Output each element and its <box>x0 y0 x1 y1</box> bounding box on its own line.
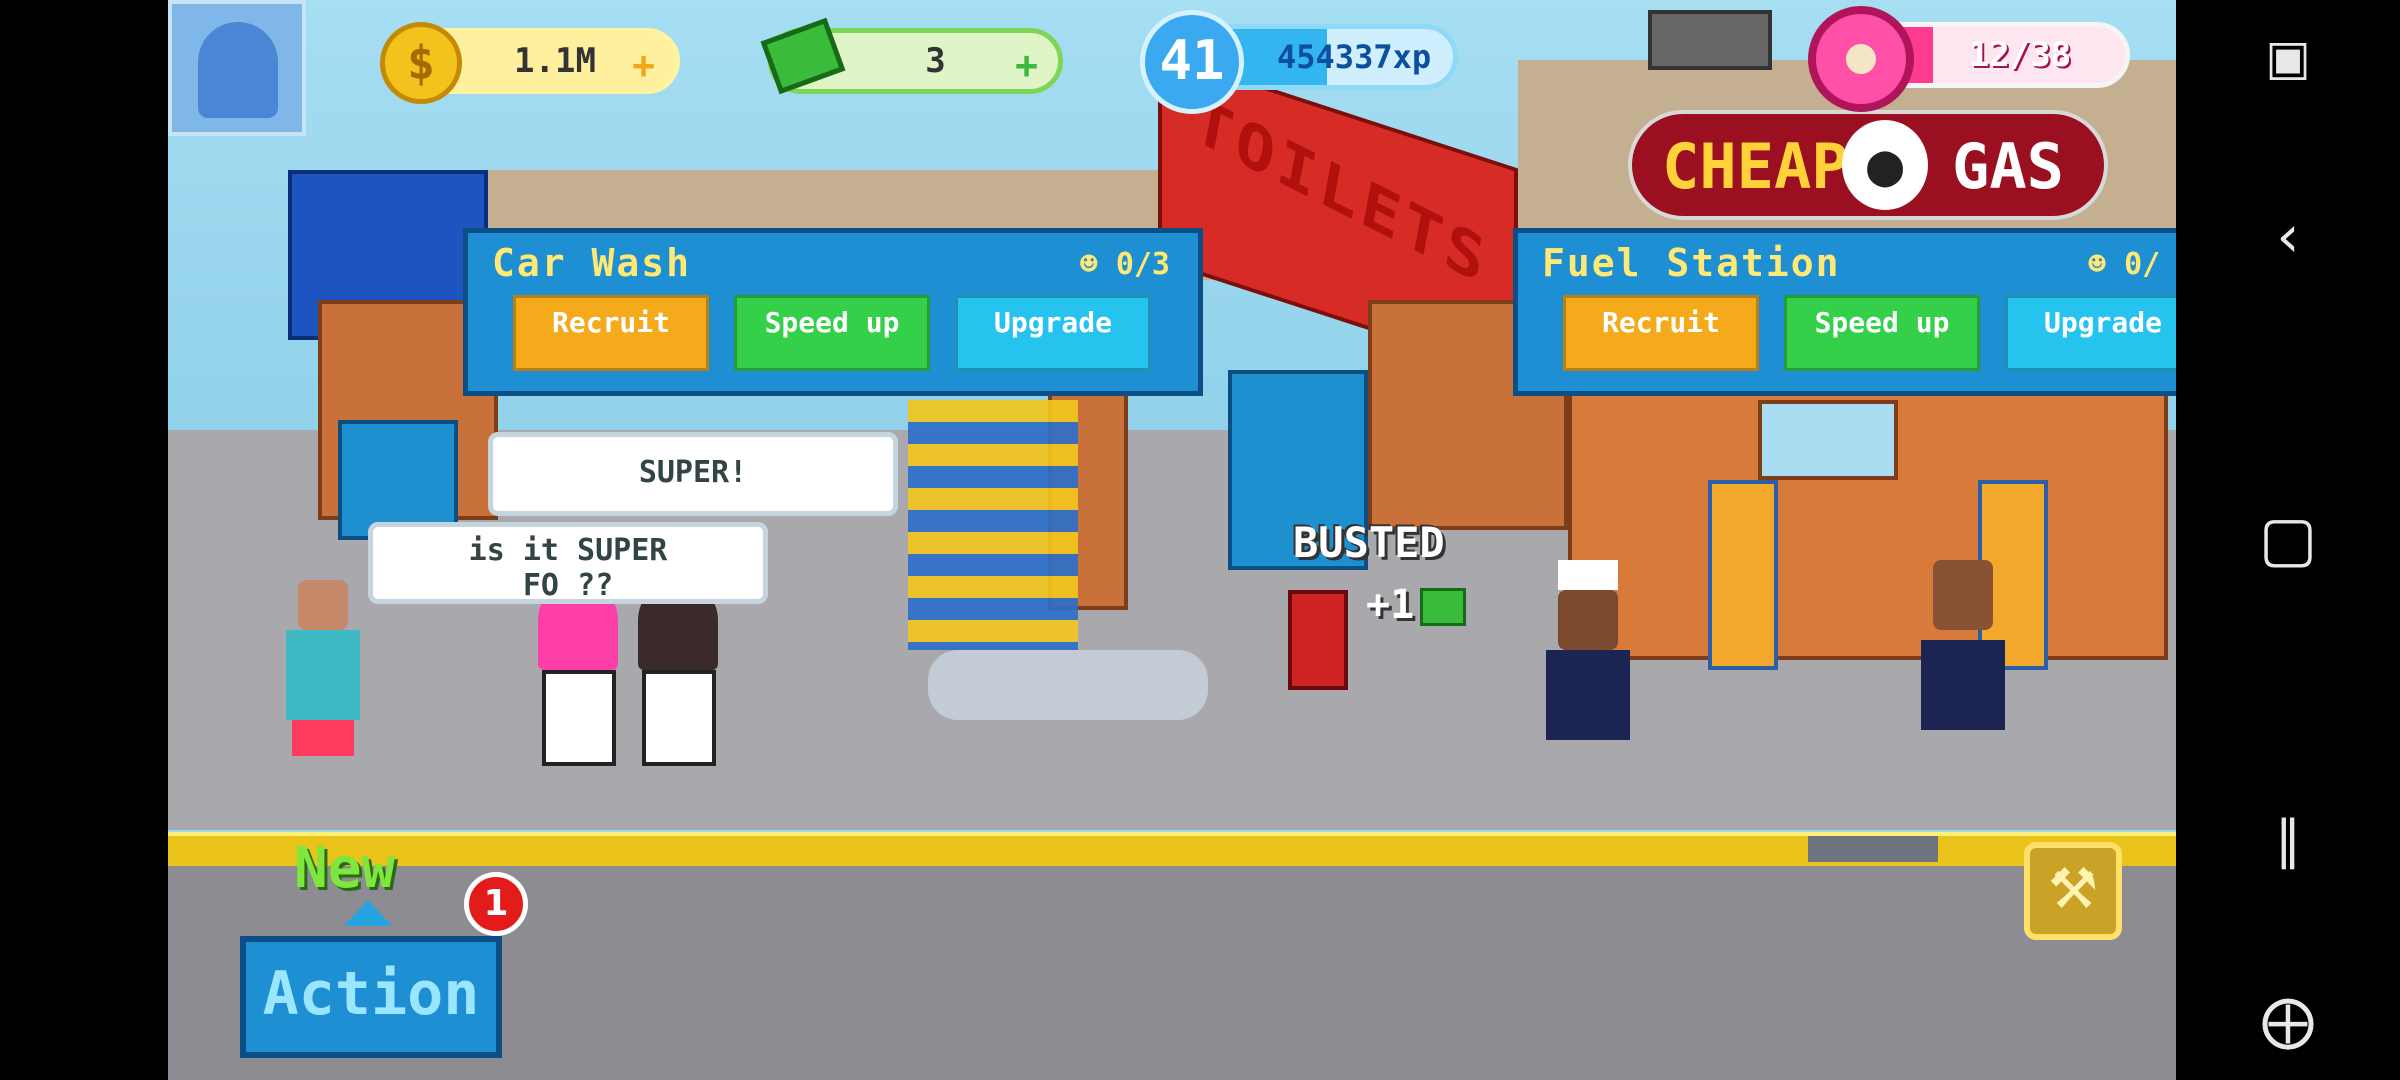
fuel-station-title: Fuel Station <box>1542 241 1841 285</box>
fuel-station-window <box>1758 400 1898 480</box>
worker-icon: ☻ <box>2088 247 2125 282</box>
fuel-station-count-value: 0/ <box>2124 247 2161 282</box>
notification-badge: 1 <box>464 872 528 936</box>
screen: TOILETS CHEAP ● GAS is it SUPER FO ?? SU… <box>0 0 2400 1080</box>
super-text: SUPER! <box>638 455 748 490</box>
cheap-text: CHEAP <box>1662 130 1849 203</box>
new-arrow-icon <box>344 900 392 926</box>
game-controller-icon[interactable]: ⨁ <box>2248 980 2328 1060</box>
donut-value: 12/38 <box>1968 35 2072 75</box>
add-cash-icon[interactable]: + <box>632 43 655 87</box>
wrench-icon: ⚒ <box>2047 857 2099 922</box>
recent-apps-icon[interactable]: ‖ <box>2248 800 2328 880</box>
car-wash-worker-count: ☻ 0/3 <box>1080 247 1170 282</box>
worker-icon: ☻ <box>1079 247 1116 282</box>
gas-text: GAS <box>1952 130 2064 203</box>
customer-woman-pink[interactable] <box>528 580 628 770</box>
car-wash-recruit-button[interactable]: Recruit <box>513 295 709 371</box>
action-button[interactable]: Action <box>240 936 502 1058</box>
add-bills-icon[interactable]: + <box>1015 43 1038 87</box>
ac-unit <box>1648 10 1772 70</box>
car-wash-upgrade-button[interactable]: Upgrade <box>955 295 1151 371</box>
question-line-2: FO ?? <box>522 568 614 603</box>
avatar-silhouette-icon <box>198 22 278 118</box>
speech-bubble-question: is it SUPER FO ?? <box>368 522 768 604</box>
customer-woman-dark[interactable] <box>628 580 728 770</box>
back-chevron-icon[interactable]: ‹ <box>2248 196 2328 276</box>
avatar[interactable] <box>168 0 306 136</box>
home-icon[interactable]: ▢ <box>2248 498 2328 578</box>
worker-left[interactable] <box>1538 560 1638 770</box>
oil-drop-icon: ● <box>1842 120 1928 210</box>
car-wash-panel: Car Wash ☻ 0/3 Recruit Speed up Upgrade <box>463 228 1203 396</box>
build-wrench-button[interactable]: ⚒ <box>2024 842 2122 940</box>
customer-man-left[interactable] <box>278 560 368 760</box>
fuel-station-upgrade-button[interactable]: Upgrade <box>2005 295 2176 371</box>
fuel-station-panel: Fuel Station ☻ 0/ Recruit Speed up Upgra… <box>1513 228 2176 396</box>
car-wash-title: Car Wash <box>492 241 692 285</box>
worker-right[interactable] <box>1913 550 2013 760</box>
fuel-station-worker-count: ☻ 0/ <box>2088 247 2160 282</box>
fire-hydrant-box[interactable] <box>1288 590 1348 690</box>
donut-icon <box>1808 6 1914 112</box>
busted-text: BUSTED <box>1293 518 1445 567</box>
fuel-station-speed-up-button[interactable]: Speed up <box>1784 295 1980 371</box>
question-line-1: is it SUPER <box>468 533 668 568</box>
screenshot-capture-icon[interactable]: ▣ <box>2248 18 2328 98</box>
plus-one-value: +1 <box>1366 582 1415 628</box>
system-navigation-bar: ▣ ‹ ▢ ‖ ⨁ <box>2176 0 2400 1080</box>
car-wash-speed-up-button[interactable]: Speed up <box>734 295 930 371</box>
curb-gap <box>1808 836 1938 862</box>
car-wash-brushes <box>908 400 1078 650</box>
level-value: 41 <box>1159 29 1225 92</box>
coin-icon: $ <box>380 22 462 104</box>
fuel-pump-1[interactable] <box>1708 480 1778 670</box>
speech-bubble-super: SUPER! <box>488 432 898 516</box>
bills-value: 3 <box>925 41 946 81</box>
cash-value: 1.1M <box>514 41 596 81</box>
cash-bill-icon <box>1420 588 1467 626</box>
plus-one-text: +1 <box>1366 582 1467 628</box>
fuel-station-recruit-button[interactable]: Recruit <box>1563 295 1759 371</box>
level-star-icon: 41 <box>1140 10 1244 114</box>
new-label: New <box>294 836 396 901</box>
xp-value: 454337xp <box>1277 38 1432 76</box>
game-viewport[interactable]: TOILETS CHEAP ● GAS is it SUPER FO ?? SU… <box>168 0 2176 1080</box>
water-puddle <box>928 650 1208 720</box>
coin-symbol: $ <box>407 36 435 90</box>
cheap-gas-sign: CHEAP ● GAS <box>1628 110 2108 220</box>
car-wash-count-value: 0/3 <box>1115 247 1170 282</box>
